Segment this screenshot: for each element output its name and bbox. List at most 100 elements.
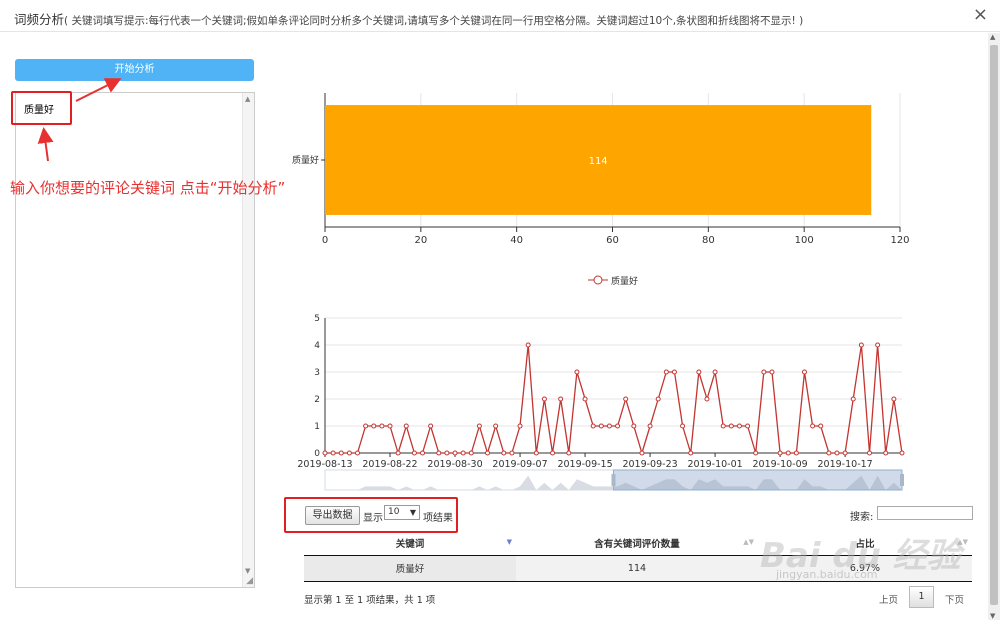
line-legend: 质量好 <box>588 275 638 287</box>
line-point <box>745 423 751 429</box>
line-point <box>720 423 726 429</box>
line-point <box>452 450 458 456</box>
resize-grip-icon[interactable]: ◢ <box>246 576 253 586</box>
cell-keyword: 质量好 <box>304 555 516 582</box>
line-point <box>671 369 677 375</box>
line-x-tick-label: 2019-10-09 <box>752 459 807 470</box>
line-point <box>761 369 767 375</box>
line-point <box>647 423 653 429</box>
line-point <box>680 423 686 429</box>
line-point <box>330 450 336 456</box>
line-point <box>428 423 434 429</box>
line-point <box>842 450 848 456</box>
datazoom-handle-right <box>900 474 904 486</box>
close-icon[interactable]: × <box>973 6 988 24</box>
line-point <box>834 450 840 456</box>
line-point <box>663 369 669 375</box>
line-x-tick-label: 2019-09-07 <box>492 459 547 470</box>
bar-x-tick-label: 40 <box>510 235 523 246</box>
line-x-tick-label: 2019-10-17 <box>818 459 873 470</box>
results-label: 项结果 <box>423 513 453 524</box>
line-point <box>550 450 556 456</box>
line-point <box>468 450 474 456</box>
line-x-tick-label: 2019-08-22 <box>362 459 417 470</box>
line-point <box>574 369 580 375</box>
line-chart: 质量好 0 1 2 3 4 5 2019-08-13 2019-08-22 2019-08-30 2… <box>297 275 905 491</box>
scroll-down-icon[interactable]: ▼ <box>245 567 250 575</box>
table-info: 显示第 1 至 1 项结果，共 1 项 <box>304 595 436 606</box>
next-page-button[interactable]: 下页 <box>945 592 964 606</box>
line-y-tick-label: 3 <box>314 368 320 378</box>
line-point <box>363 423 369 429</box>
line-point <box>590 423 596 429</box>
line-point <box>785 450 791 456</box>
search-input[interactable] <box>877 506 973 520</box>
line-point <box>582 396 588 402</box>
bar-x-tick-label: 120 <box>890 235 909 246</box>
annotation-text: 输入你想要的评论关键词 点击“开始分析” <box>10 179 286 197</box>
line-y-tick-label: 5 <box>314 314 320 324</box>
line-point <box>501 450 507 456</box>
line-point <box>696 369 702 375</box>
line-point <box>533 450 539 456</box>
line-y-tick-label: 2 <box>314 395 320 405</box>
show-label: 显示 <box>363 513 383 524</box>
line-point <box>517 423 523 429</box>
export-data-button[interactable]: 导出数据 <box>305 506 360 525</box>
line-point <box>858 342 864 348</box>
line-x-tick-label: 2019-08-13 <box>297 459 352 470</box>
line-point <box>891 396 897 402</box>
line-point <box>444 450 450 456</box>
line-point <box>485 450 491 456</box>
line-point <box>777 450 783 456</box>
prev-page-button[interactable]: 上页 <box>879 592 898 606</box>
search-label: 搜索: <box>850 512 874 523</box>
line-point <box>566 450 572 456</box>
arrow-to-start-button <box>75 78 122 102</box>
page-scrollbar[interactable]: ▲ ▼ <box>988 33 1000 620</box>
col-header-keyword[interactable]: 关键词 ▼ <box>304 531 516 556</box>
line-point <box>753 450 759 456</box>
line-point <box>810 423 816 429</box>
line-point <box>623 396 629 402</box>
legend-marker <box>593 275 603 285</box>
current-page-button[interactable]: 1 <box>909 586 934 608</box>
line-x-tick-label: 2019-09-15 <box>557 459 612 470</box>
line-x-tick-label: 2019-09-23 <box>622 459 677 470</box>
line-point <box>850 396 856 402</box>
sort-icon[interactable]: ▲▼ <box>743 538 754 546</box>
arrow-to-keyword <box>37 127 54 162</box>
page-size-select[interactable]: 10 ▼ <box>384 505 420 520</box>
line-point <box>866 450 872 456</box>
line-point <box>558 396 564 402</box>
watermark-url: jingyan.baidu.com <box>776 568 878 581</box>
line-point <box>541 396 547 402</box>
line-point <box>688 450 694 456</box>
line-point <box>826 450 832 456</box>
line-point <box>631 423 637 429</box>
scroll-down-icon[interactable]: ▼ <box>990 612 995 620</box>
line-point <box>728 423 734 429</box>
line-point <box>476 423 482 429</box>
bar-data-label: 114 <box>589 156 608 167</box>
page-size-value: 10 <box>388 507 400 517</box>
chevron-down-icon: ▼ <box>409 508 416 517</box>
sort-desc-icon[interactable]: ▼ <box>507 538 512 546</box>
line-point <box>704 396 710 402</box>
bar-x-tick-label: 60 <box>606 235 619 246</box>
line-point <box>379 423 385 429</box>
line-point <box>493 423 499 429</box>
line-point <box>403 423 409 429</box>
line-x-tick-label: 2019-08-30 <box>427 459 482 470</box>
scroll-thumb[interactable] <box>990 45 998 605</box>
bar-x-tick-label: 100 <box>795 235 814 246</box>
scroll-up-icon[interactable]: ▲ <box>990 33 995 41</box>
line-point <box>899 450 905 456</box>
legend-label: 质量好 <box>611 275 638 287</box>
line-point <box>436 450 442 456</box>
col-header-count[interactable]: 含有关键词评价数量 ▲▼ <box>516 531 758 556</box>
line-point <box>346 450 352 456</box>
line-y-tick-label: 1 <box>314 422 320 432</box>
line-point <box>322 450 328 456</box>
bar-x-tick-label: 20 <box>414 235 427 246</box>
